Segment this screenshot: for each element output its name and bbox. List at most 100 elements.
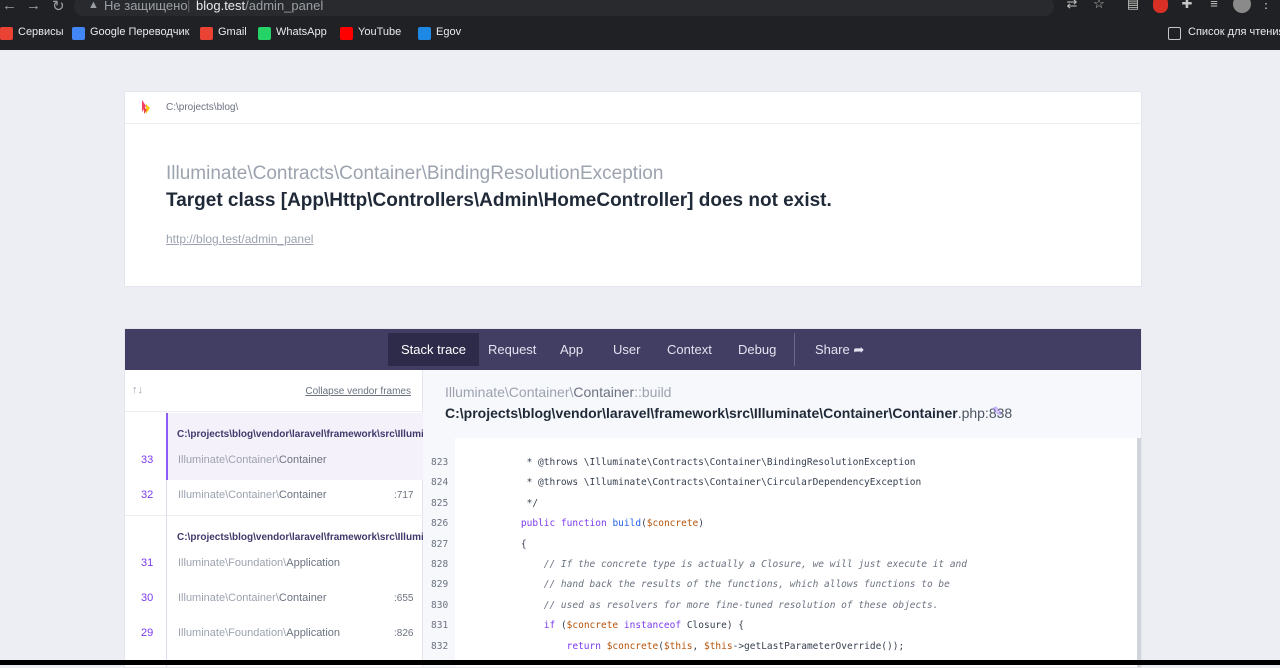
- stack-frames-panel: ↑↓ Collapse vendor frames C:\projects\bl…: [125, 370, 431, 667]
- frame-group-path[interactable]: C:\projects\blog\vendor\laravel\framewor…: [177, 429, 431, 440]
- bookmark-item[interactable]: Сервисы: [18, 26, 64, 38]
- frame-class[interactable]: Illuminate\Foundation\Application: [178, 627, 340, 639]
- frame-class[interactable]: Illuminate\Foundation\Application: [178, 557, 340, 569]
- frame-number[interactable]: 30: [141, 592, 153, 604]
- code-line: */: [498, 497, 539, 509]
- code-line: public function build($concrete): [520, 518, 705, 530]
- line-number: 828: [431, 559, 449, 571]
- frame-number[interactable]: 29: [141, 627, 153, 639]
- code-line: * @throws \Illuminate\Contracts\Containe…: [498, 477, 922, 489]
- bookmark-item[interactable]: Google Переводчик: [90, 26, 190, 38]
- line-numbers: 823 824 825 826 827 828 829 830 831 832: [431, 453, 448, 657]
- frame-file-ext: .php:838: [957, 405, 1013, 421]
- tab-request[interactable]: Request: [475, 333, 549, 366]
- request-url-link[interactable]: http://blog.test/admin_panel: [166, 232, 313, 246]
- reading-list-icon[interactable]: [1168, 27, 1181, 40]
- extension-shield-icon[interactable]: [1153, 0, 1168, 13]
- menu-more-icon[interactable]: ⋮: [1259, 0, 1273, 11]
- exception-header-card: C:\projects\blog\ Illuminate\Contracts\C…: [124, 91, 1142, 287]
- security-label[interactable]: Не защищено: [104, 0, 188, 13]
- line-number: 826: [431, 518, 449, 530]
- gmail-icon[interactable]: [200, 27, 213, 40]
- ignition-error-page: C:\projects\blog\ Illuminate\Contracts\C…: [0, 50, 1280, 668]
- frame-line: :655: [394, 593, 414, 604]
- reload-icon[interactable]: ↻: [52, 0, 65, 15]
- bookmark-star-icon[interactable]: ☆: [1092, 0, 1106, 11]
- frame-namespace: Illuminate\Foundation\: [178, 557, 287, 569]
- stack-trace-card: Stack trace Request App User Context Deb…: [124, 328, 1142, 668]
- tab-app[interactable]: App: [547, 333, 596, 366]
- frame-title-class: Container: [573, 384, 635, 400]
- frame-title-namespace: Illuminate\Container\: [445, 384, 574, 400]
- frame-class-name: Container: [278, 454, 327, 466]
- share-button[interactable]: Share ➦: [802, 333, 877, 366]
- code-line: // hand back the results of the function…: [498, 579, 950, 591]
- frame-number[interactable]: 33: [141, 454, 153, 466]
- source-code: * @throws \Illuminate\Contracts\Containe…: [498, 453, 967, 657]
- frame-class[interactable]: Illuminate\Container\Container: [178, 592, 327, 604]
- code-panel: Illuminate\Container\Container::build C:…: [423, 370, 1141, 667]
- tab-stack-trace[interactable]: Stack trace: [388, 333, 480, 366]
- frame-group-path[interactable]: C:\projects\blog\vendor\laravel\framewor…: [177, 532, 431, 543]
- reading-list-button[interactable]: Список для чтения: [1188, 26, 1280, 38]
- frame-line: :826: [394, 628, 414, 639]
- warning-icon[interactable]: ▲: [88, 0, 99, 11]
- code-line: return $concrete($this, $this->getLastPa…: [566, 640, 905, 652]
- url-text[interactable]: blog.test/admin_panel: [196, 0, 323, 13]
- translate-icon[interactable]: [72, 27, 85, 40]
- frame-class-name: Container: [278, 489, 327, 501]
- url-host: blog.test: [196, 0, 246, 13]
- exception-class: Illuminate\Contracts\Container\BindingRe…: [166, 163, 664, 184]
- whatsapp-icon[interactable]: [258, 27, 271, 40]
- tab-context[interactable]: Context: [654, 333, 725, 366]
- forward-icon[interactable]: →: [26, 0, 41, 14]
- share-arrow-icon: ➦: [853, 342, 865, 357]
- frame-namespace: Illuminate\Container\: [178, 489, 279, 501]
- project-path: C:\projects\blog\: [166, 102, 239, 113]
- bookmark-item[interactable]: Gmail: [218, 26, 247, 38]
- frame-number[interactable]: 32: [141, 489, 153, 501]
- apps-grid-icon[interactable]: [0, 27, 13, 40]
- bookmark-item[interactable]: WhatsApp: [276, 26, 327, 38]
- line-number: 829: [431, 579, 449, 591]
- translate-page-icon[interactable]: ⇄: [1065, 0, 1079, 11]
- edit-pencil-icon[interactable]: ✎: [992, 404, 1003, 420]
- frame-file-path: C:\projects\blog\vendor\laravel\framewor…: [445, 405, 1012, 421]
- frame-class[interactable]: Illuminate\Container\Container: [178, 489, 327, 501]
- omnibox-separator: |: [187, 0, 191, 13]
- sort-arrows-icon[interactable]: ↑↓: [132, 384, 143, 396]
- tab-debug[interactable]: Debug: [725, 333, 789, 366]
- frame-class-name: Application: [286, 557, 341, 569]
- code-line: // If the concrete type is actually a Cl…: [498, 559, 967, 571]
- frames-header: ↑↓ Collapse vendor frames: [125, 370, 423, 412]
- exception-message: Target class [App\Http\Controllers\Admin…: [166, 190, 832, 211]
- extensions-puzzle-icon[interactable]: ✚: [1180, 0, 1194, 11]
- url-path: /admin_panel: [245, 0, 324, 13]
- line-number: 827: [431, 538, 449, 550]
- ignition-logo-icon: [142, 100, 150, 114]
- taskbar-strip: [0, 660, 1280, 665]
- frame-title-method: ::build: [634, 384, 672, 400]
- collapse-vendor-frames-link[interactable]: Collapse vendor frames: [305, 386, 411, 397]
- bookmark-item[interactable]: YouTube: [358, 26, 401, 38]
- selected-frame-highlight: [166, 413, 423, 480]
- tab-user[interactable]: User: [600, 333, 653, 366]
- line-number: 832: [431, 640, 449, 652]
- frame-group-line: [166, 480, 167, 667]
- youtube-icon[interactable]: [340, 27, 353, 40]
- frame-class-name: Container: [278, 592, 327, 604]
- back-icon[interactable]: ←: [2, 0, 17, 14]
- profile-avatar[interactable]: [1233, 0, 1251, 13]
- line-number: 823: [431, 457, 449, 468]
- frame-number[interactable]: 31: [141, 557, 153, 569]
- frame-namespace: Illuminate\Container\: [178, 592, 279, 604]
- frame-class[interactable]: Illuminate\Container\Container: [178, 454, 327, 466]
- egov-icon[interactable]: [418, 27, 431, 40]
- bookmark-item[interactable]: Egov: [436, 26, 461, 38]
- media-queue-icon[interactable]: ≡: [1207, 0, 1221, 11]
- frame-namespace: Illuminate\Foundation\: [178, 627, 287, 639]
- code-line: // used as resolvers for more fine-tuned…: [498, 599, 939, 611]
- project-path-row: C:\projects\blog\: [125, 92, 1141, 124]
- printer-icon[interactable]: ▤: [1126, 0, 1140, 11]
- frame-divider: [125, 515, 423, 516]
